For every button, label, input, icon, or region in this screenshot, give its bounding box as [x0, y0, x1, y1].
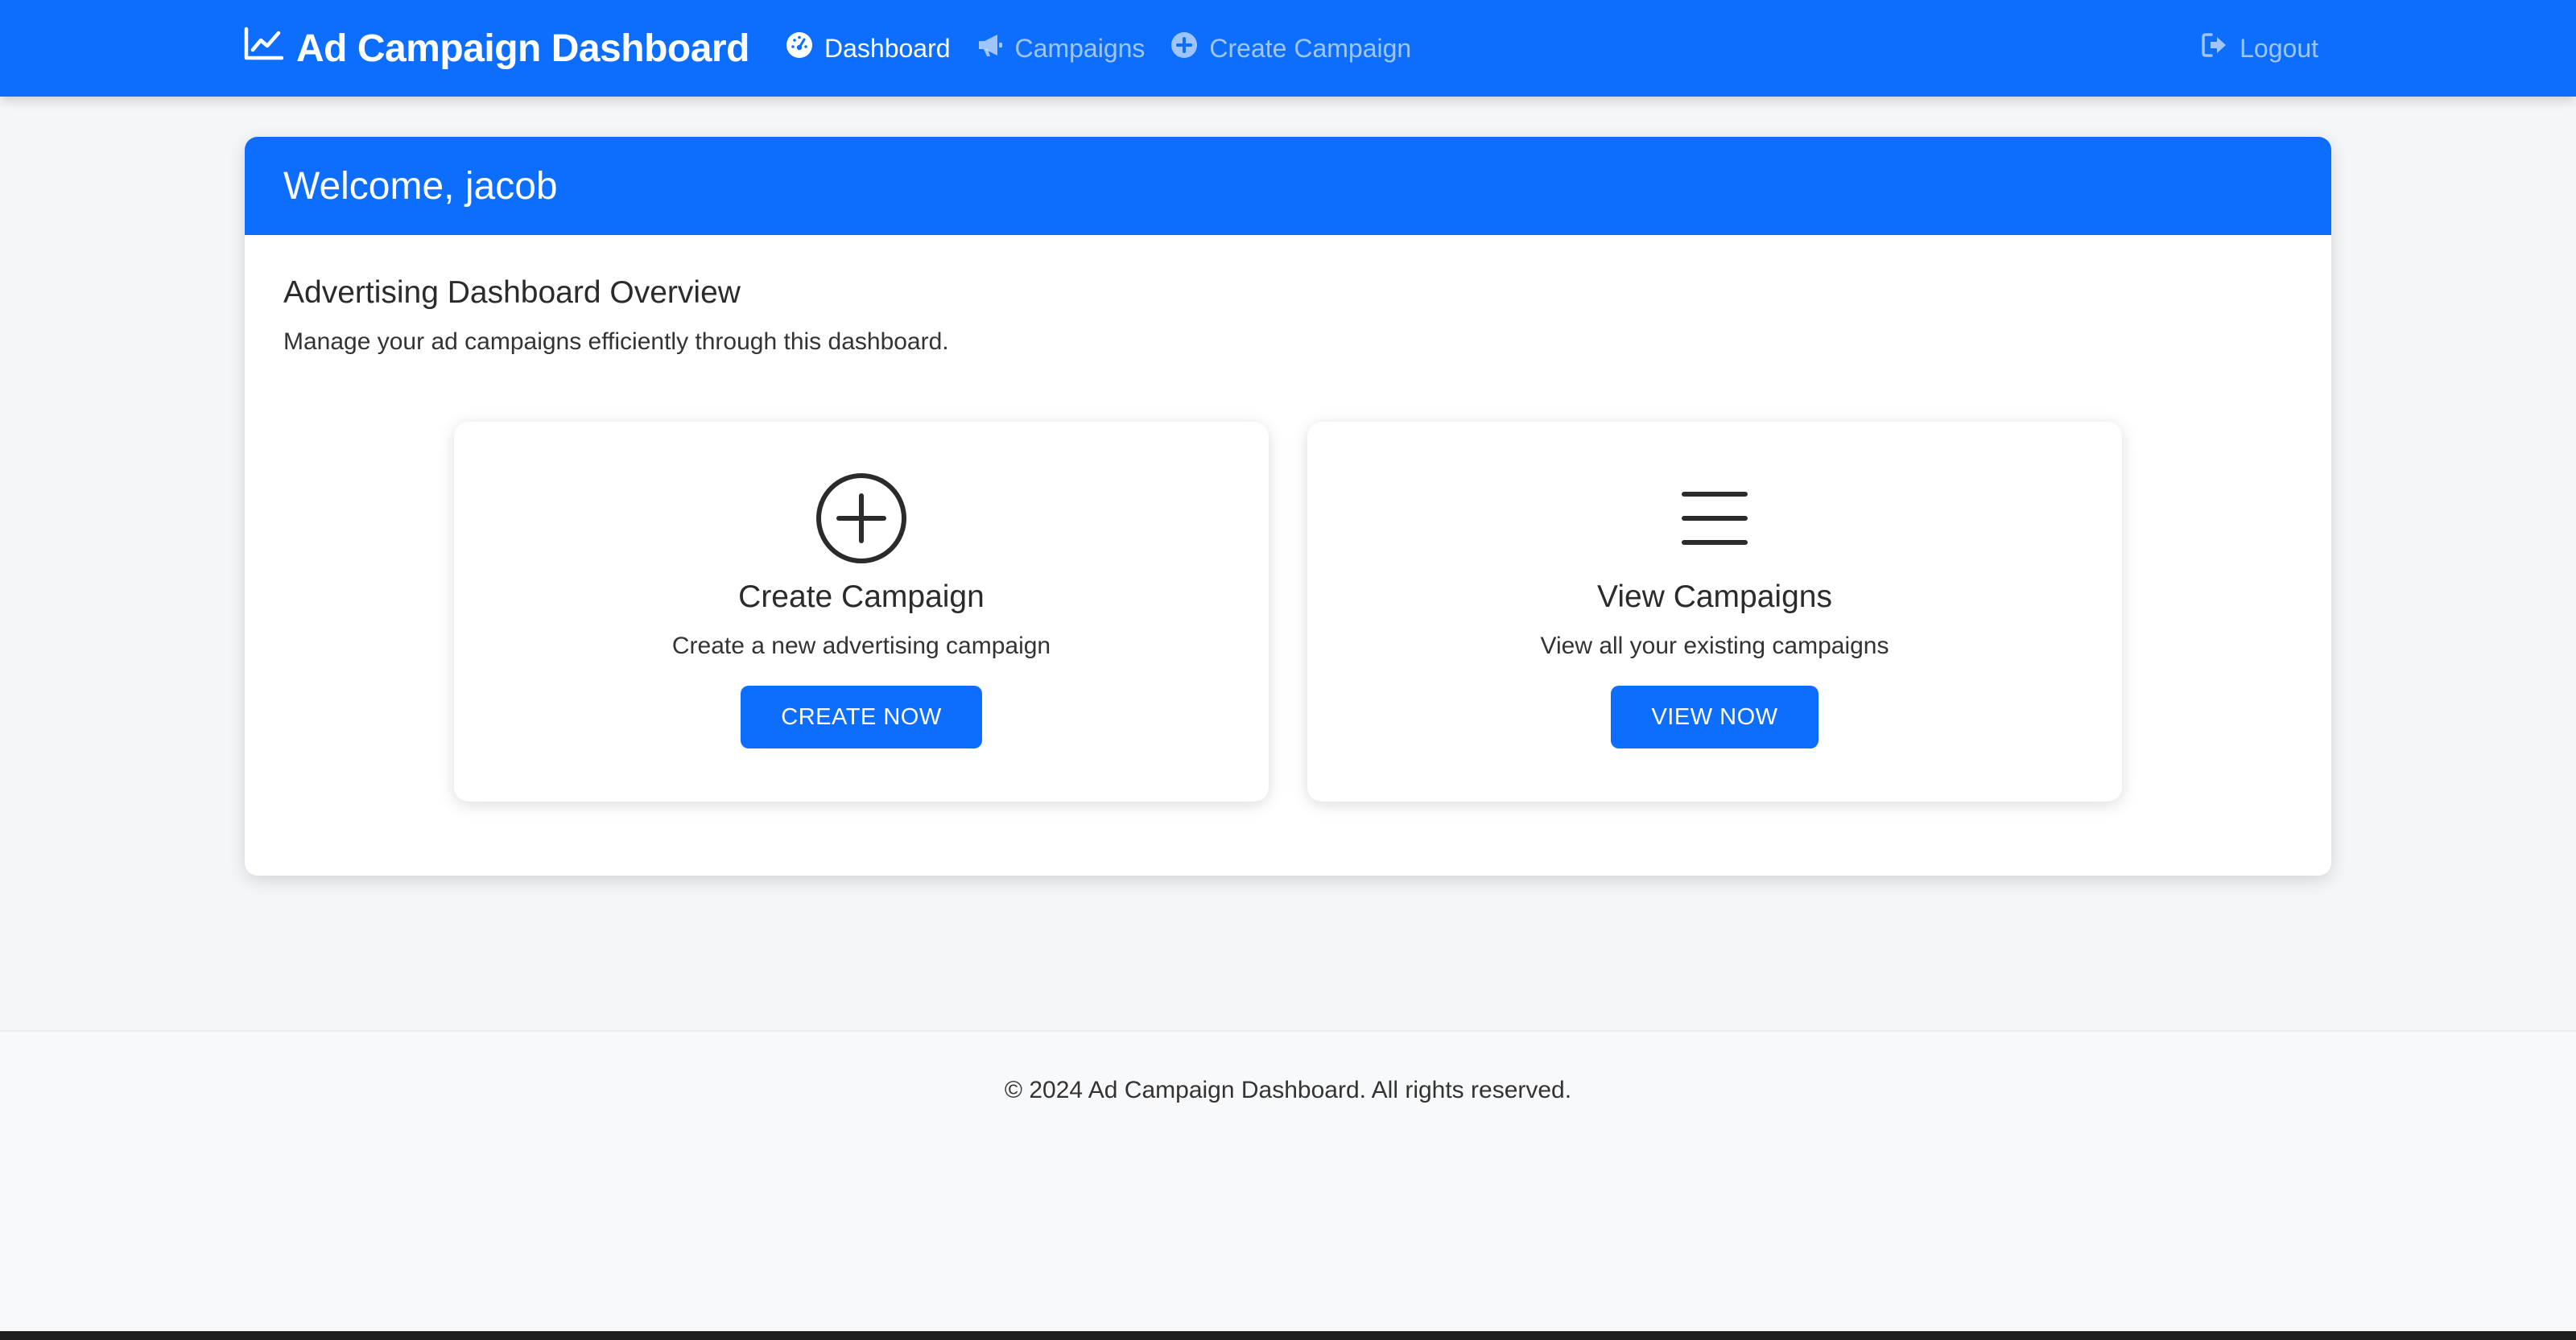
nav-link-label: Create Campaign [1209, 33, 1412, 63]
nav-link-dashboard[interactable]: Dashboard [786, 31, 951, 65]
welcome-card: Welcome, jacob Advertising Dashboard Ove… [245, 137, 2331, 876]
window-bottom-edge [0, 1331, 2576, 1340]
logout-label: Logout [2240, 33, 2318, 63]
page-footer: © 2024 Ad Campaign Dashboard. All rights… [0, 1030, 2576, 1331]
brand-title: Ad Campaign Dashboard [296, 27, 749, 70]
logout-link[interactable]: Logout [2201, 24, 2318, 72]
top-navbar: Ad Campaign Dashboard Dashboard Campaign… [0, 0, 2576, 97]
create-now-button[interactable]: CREATE NOW [741, 686, 982, 748]
plus-circle-icon [815, 472, 908, 565]
view-campaigns-card: View Campaigns View all your existing ca… [1307, 422, 2122, 802]
card-body: Advertising Dashboard Overview Manage yo… [245, 235, 2331, 802]
nav-link-label: Campaigns [1014, 33, 1146, 63]
nav-links: Dashboard Campaigns Create Campaign [786, 24, 1411, 72]
feature-title: Create Campaign [738, 579, 985, 614]
chart-line-icon [243, 26, 284, 71]
copyright-text: © 2024 Ad Campaign Dashboard. All rights… [1004, 1077, 1572, 1103]
welcome-header: Welcome, jacob [245, 137, 2331, 235]
brand-link[interactable]: Ad Campaign Dashboard [243, 24, 749, 72]
list-icon [1668, 472, 1761, 565]
feature-description: Create a new advertising campaign [671, 633, 1051, 659]
overview-title: Advertising Dashboard Overview [283, 275, 741, 310]
gauge-icon [786, 31, 813, 65]
sign-out-icon [2201, 31, 2228, 65]
plus-circle-icon [1170, 31, 1198, 65]
feature-description: View all your existing campaigns [1540, 633, 1889, 659]
create-campaign-card: Create Campaign Create a new advertising… [454, 422, 1269, 802]
bullhorn-icon [976, 31, 1004, 65]
nav-link-label: Dashboard [824, 33, 951, 63]
nav-link-create-campaign[interactable]: Create Campaign [1170, 31, 1411, 65]
overview-description: Manage your ad campaigns efficiently thr… [283, 328, 949, 355]
nav-link-campaigns[interactable]: Campaigns [976, 31, 1146, 65]
view-now-button[interactable]: VIEW NOW [1611, 686, 1818, 748]
feature-title: View Campaigns [1597, 579, 1832, 614]
